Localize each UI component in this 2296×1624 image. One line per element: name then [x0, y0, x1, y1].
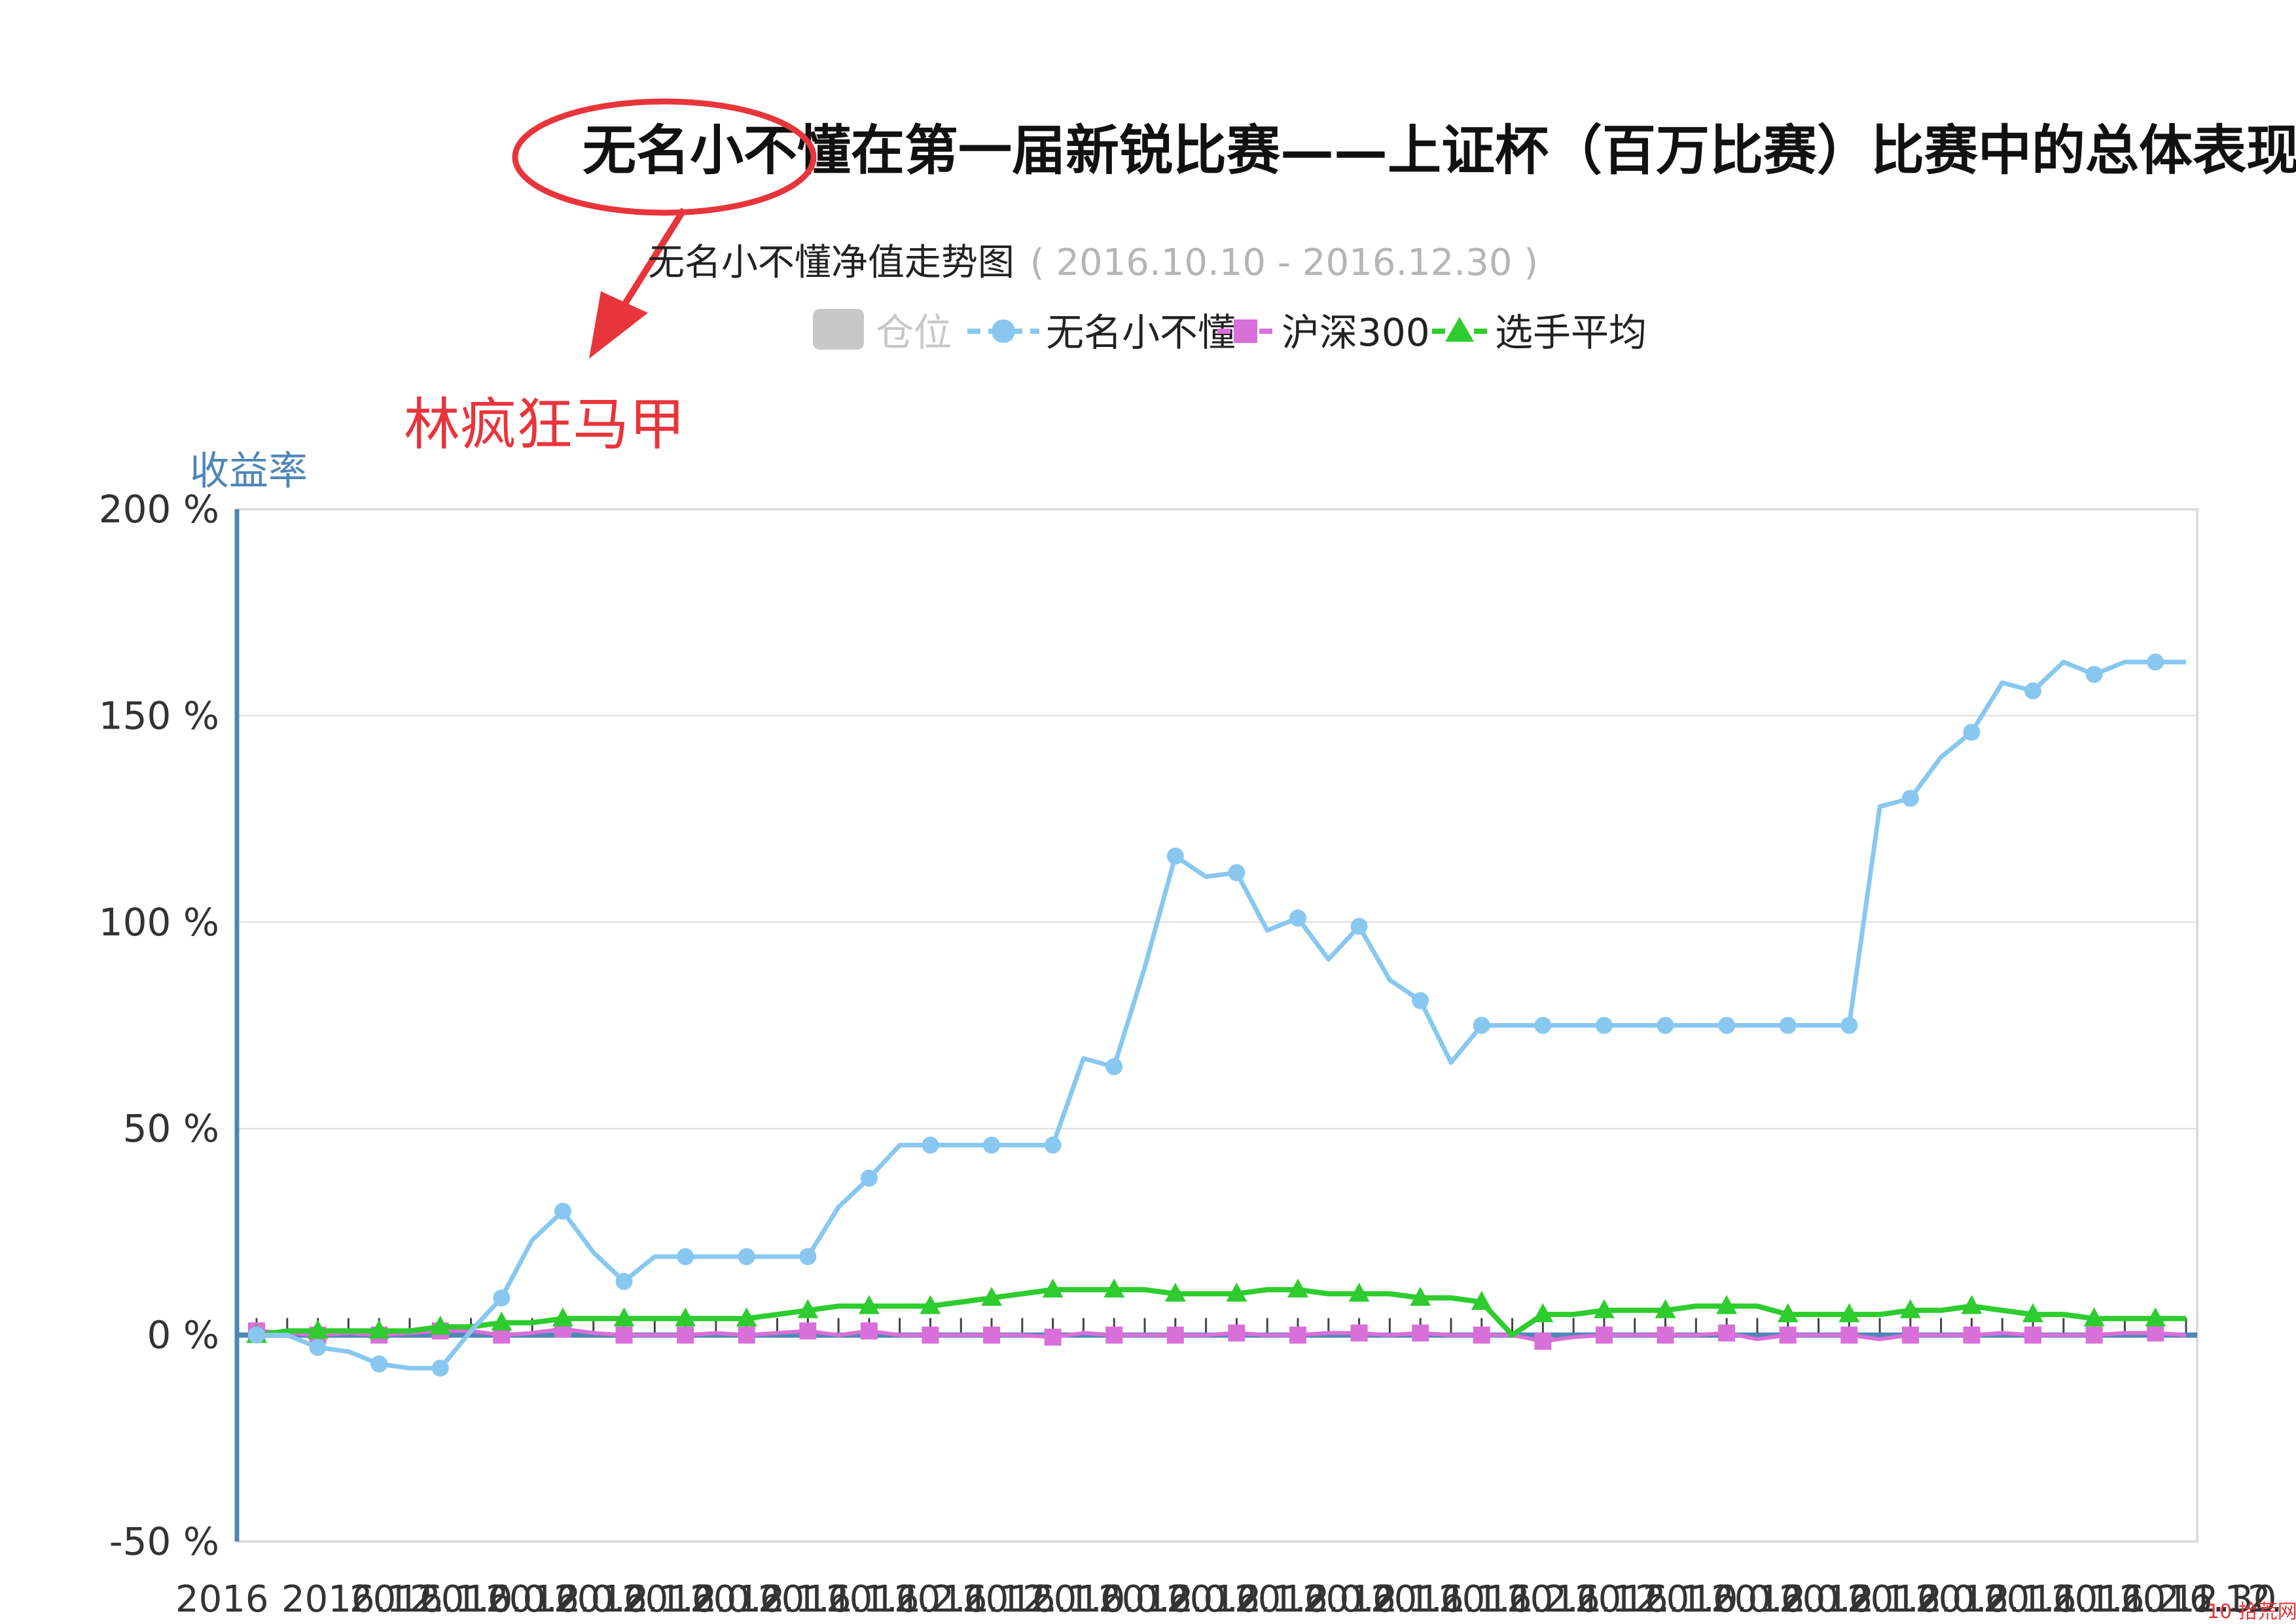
legend-label-avg: 选手平均 — [1495, 310, 1647, 355]
data-point-wuming[interactable] — [370, 1355, 388, 1373]
legend: 仓位 无名小不懂 沪深300 选手平均 — [813, 309, 1647, 355]
data-point-wuming[interactable] — [615, 1272, 633, 1290]
data-point-hs300[interactable] — [1963, 1326, 1981, 1344]
data-point-wuming[interactable] — [248, 1326, 265, 1344]
series-layer — [246, 653, 2187, 1377]
data-point-hs300[interactable] — [799, 1322, 817, 1340]
legend-label-cangwei: 仓位 — [876, 310, 952, 355]
watermark: 10 拾荒网 — [2207, 1600, 2296, 1623]
grid — [237, 509, 2197, 1130]
data-point-wuming[interactable] — [554, 1202, 571, 1220]
data-point-wuming[interactable] — [431, 1360, 449, 1377]
data-point-wuming[interactable] — [309, 1339, 327, 1356]
data-point-hs300[interactable] — [922, 1326, 939, 1344]
data-point-hs300[interactable] — [677, 1326, 694, 1344]
chart-title-line: 无名小不懂净值走势图 ( 2016.10.10 - 2016.12.30 ) — [648, 242, 1538, 284]
data-point-hs300[interactable] — [1779, 1326, 1797, 1344]
data-point-wuming[interactable] — [1350, 918, 1368, 935]
data-point-wuming[interactable] — [1901, 789, 1919, 807]
data-point-wuming[interactable] — [983, 1136, 1001, 1154]
data-point-hs300[interactable] — [1840, 1326, 1858, 1344]
data-point-hs300[interactable] — [860, 1322, 878, 1340]
data-point-wuming[interactable] — [738, 1248, 755, 1265]
data-point-wuming[interactable] — [799, 1248, 817, 1265]
series-line-wuming — [257, 659, 2186, 1371]
data-point-wuming[interactable] — [1228, 864, 1246, 882]
legend-item-hs300[interactable]: 沪深300 — [1217, 310, 1430, 355]
y-tick-label: -50 % — [109, 1519, 219, 1564]
data-point-wuming[interactable] — [1044, 1136, 1062, 1154]
data-point-wuming[interactable] — [1840, 1017, 1858, 1034]
y-tick-label: 50 % — [123, 1106, 219, 1151]
annotation-text: 林疯狂马甲 — [404, 392, 685, 458]
chart: 无名小不懂在第一届新锐比赛——上证杯（百万比赛）比赛中的总体表现 林疯狂马甲 无… — [99, 98, 2296, 1623]
legend-marker-hs300 — [1234, 319, 1257, 343]
legend-marker-wuming — [992, 319, 1015, 343]
legend-label-hs300: 沪深300 — [1282, 310, 1430, 355]
series-wuming — [248, 653, 2186, 1377]
data-point-hs300[interactable] — [1105, 1326, 1123, 1344]
data-point-wuming[interactable] — [1595, 1017, 1613, 1034]
chart-title: 无名小不懂净值走势图 — [648, 242, 1014, 284]
data-point-wuming[interactable] — [1963, 723, 1981, 741]
y-tick-label: 200 % — [99, 487, 219, 532]
data-point-hs300[interactable] — [2147, 1324, 2164, 1342]
data-point-wuming[interactable] — [1105, 1058, 1123, 1075]
data-point-wuming[interactable] — [2024, 682, 2042, 700]
legend-swatch-cangwei — [813, 309, 864, 350]
data-point-hs300[interactable] — [1412, 1324, 1429, 1342]
y-tick-label: 100 % — [99, 900, 219, 945]
y-tick-label: 150 % — [99, 693, 219, 738]
data-point-wuming[interactable] — [1657, 1017, 1674, 1034]
y-axis-ticks: 200 % 150 % 100 % 50 % 0 % -50 % — [99, 487, 219, 1564]
data-point-hs300[interactable] — [1595, 1326, 1613, 1344]
data-point-hs300[interactable] — [1473, 1326, 1490, 1344]
legend-item-wuming[interactable]: 无名小不懂 — [967, 310, 1236, 355]
data-point-hs300[interactable] — [1044, 1328, 1062, 1346]
data-point-hs300[interactable] — [738, 1326, 755, 1344]
data-point-hs300[interactable] — [2085, 1326, 2103, 1344]
x-axis-labels: 2016.12.2016.1.02016.0.22016.0.22016.1.2… — [281, 1578, 2282, 1621]
data-point-wuming[interactable] — [922, 1136, 939, 1154]
chart-subtitle: ( 2016.10.10 - 2016.12.30 ) — [1030, 242, 1538, 284]
x-axis-first-label: 2016 — [175, 1578, 269, 1621]
data-point-wuming[interactable] — [1718, 1017, 1736, 1034]
data-point-wuming[interactable] — [2085, 666, 2103, 683]
data-point-wuming[interactable] — [1412, 992, 1429, 1009]
page-title: 无名小不懂在第一届新锐比赛——上证杯（百万比赛）比赛中的总体表现 — [583, 119, 2296, 182]
data-point-wuming[interactable] — [1779, 1017, 1797, 1034]
data-point-wuming[interactable] — [2147, 653, 2164, 671]
data-point-wuming[interactable] — [1289, 909, 1306, 927]
data-point-wuming[interactable] — [677, 1248, 694, 1265]
legend-label-wuming: 无名小不懂 — [1046, 310, 1236, 355]
y-tick-label: 0 % — [147, 1313, 219, 1358]
legend-item-cangwei[interactable]: 仓位 — [813, 309, 952, 355]
data-point-hs300[interactable] — [1289, 1326, 1306, 1344]
data-point-hs300[interactable] — [1534, 1333, 1552, 1350]
legend-item-avg[interactable]: 选手平均 — [1432, 310, 1647, 355]
data-point-hs300[interactable] — [2024, 1326, 2042, 1344]
data-point-hs300[interactable] — [1166, 1326, 1184, 1344]
data-point-wuming[interactable] — [1473, 1017, 1490, 1034]
data-point-hs300[interactable] — [983, 1326, 1001, 1344]
data-point-hs300[interactable] — [1718, 1324, 1736, 1342]
series-line-avg — [256, 1287, 2186, 1338]
arrow-icon — [589, 291, 648, 359]
data-point-hs300[interactable] — [1228, 1324, 1246, 1342]
data-point-hs300[interactable] — [615, 1326, 633, 1344]
data-point-hs300[interactable] — [1901, 1326, 1919, 1344]
data-point-hs300[interactable] — [1350, 1324, 1368, 1342]
data-point-wuming[interactable] — [493, 1289, 511, 1307]
data-point-hs300[interactable] — [1657, 1326, 1674, 1344]
plot-area — [236, 508, 2198, 1543]
data-point-wuming[interactable] — [860, 1169, 878, 1187]
data-point-wuming[interactable] — [1534, 1017, 1552, 1034]
legend-marker-avg — [1445, 317, 1474, 342]
data-point-wuming[interactable] — [1166, 847, 1184, 865]
